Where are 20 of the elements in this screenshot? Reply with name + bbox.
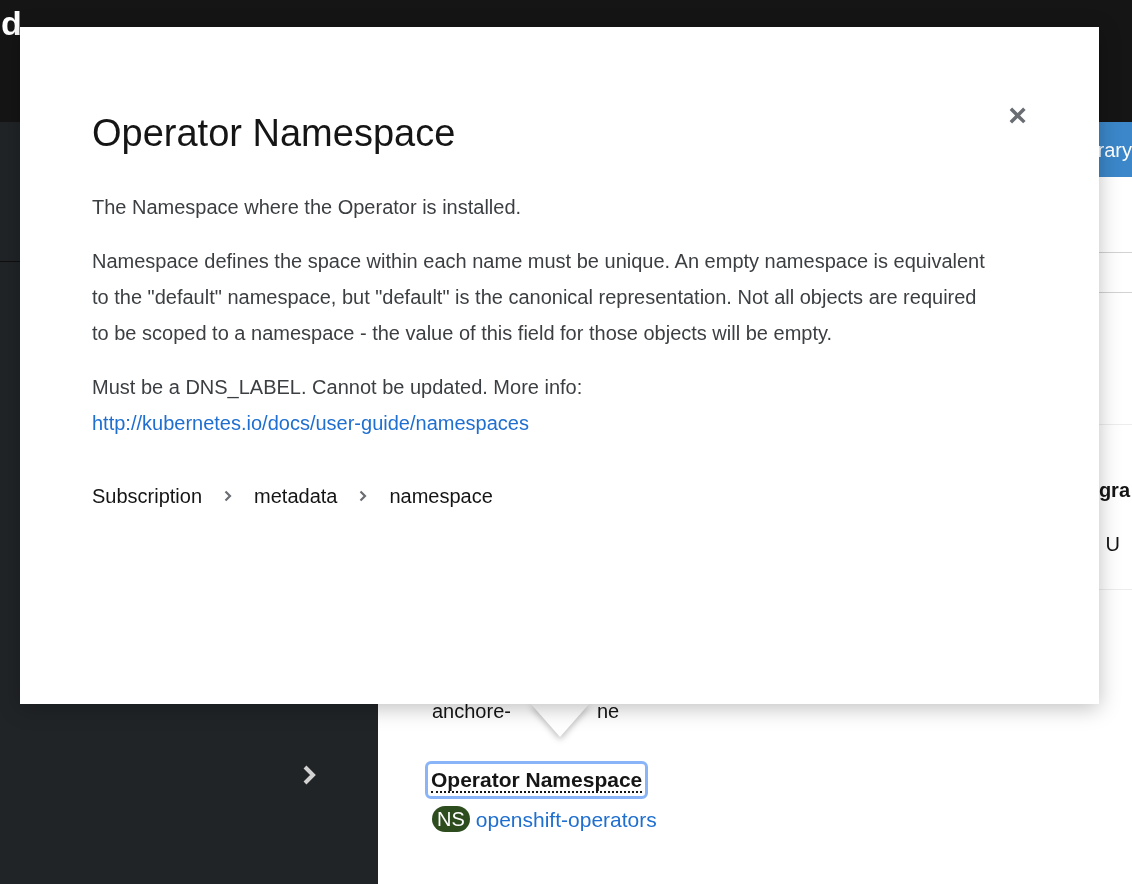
status-text: U [1105, 532, 1120, 557]
logo-fragment: d [1, 6, 22, 40]
name-text: ne [596, 699, 620, 724]
docs-link[interactable]: http://kubernetes.io/docs/user-guide/namespaces [92, 405, 529, 441]
close-button[interactable]: × [1008, 99, 1027, 131]
chevron-right-icon [224, 490, 233, 502]
breadcrumb-item: metadata [254, 484, 338, 509]
namespace-link[interactable]: openshift-operators [475, 803, 657, 835]
popover-description: Must be a DNS_LABEL. Cannot be updated. More info: [92, 375, 584, 401]
popover-description: Namespace defines the space within each name must be unique. An empty namespace is equivalent to the "default" namespace, but "default" is the canonical representation. Not all objects are required to be scoped to a namespace - the value of this field for those objects will be empty. [92, 249, 986, 346]
field-label[interactable]: Operator Namespace [428, 764, 646, 796]
column-heading: gra [1098, 478, 1130, 503]
popover-title: Operator Namespace [92, 111, 456, 156]
breadcrumb-item: Subscription [92, 484, 203, 509]
popover-description: The Namespace where the Operator is installed. [92, 195, 523, 220]
namespace-badge: NS [432, 806, 470, 833]
name-text: anchore- [432, 699, 511, 724]
breadcrumb-item: namespace [389, 484, 493, 509]
chevron-right-icon [359, 490, 368, 502]
chevron-right-icon[interactable] [302, 764, 316, 786]
